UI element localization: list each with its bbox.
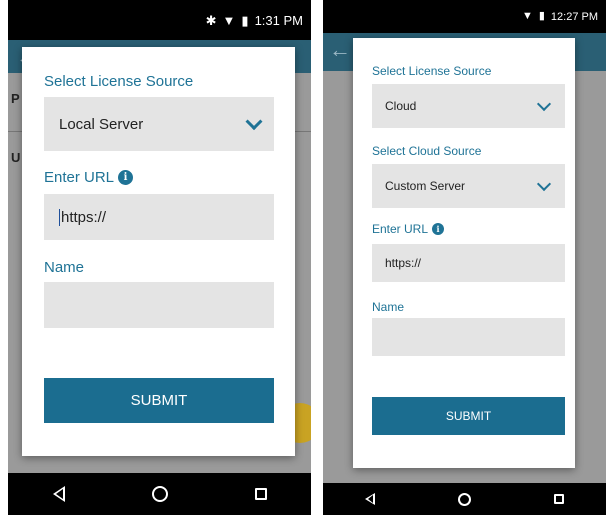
nav-bar: [323, 483, 606, 515]
name-label: Name: [372, 300, 405, 314]
nav-back-button[interactable]: [39, 473, 79, 515]
submit-button[interactable]: SUBMIT: [44, 378, 274, 423]
url-label: Enter URL i: [44, 169, 134, 186]
license-source-label: Select License Source: [44, 73, 194, 90]
cloud-source-label: Select Cloud Source: [372, 144, 482, 158]
license-source-label: Select License Source: [372, 64, 492, 78]
nav-bar: [8, 473, 311, 515]
license-source-select[interactable]: Cloud: [372, 84, 565, 128]
back-triangle-icon: [52, 486, 65, 502]
chevron-down-icon: [245, 113, 263, 131]
recents-square-icon: [254, 488, 267, 500]
cloud-source-select[interactable]: Custom Server: [372, 164, 565, 208]
cloud-source-value: Custom Server: [385, 179, 466, 193]
url-label: Enter URL i: [372, 222, 445, 236]
wifi-icon: ▼: [521, 10, 533, 22]
info-icon[interactable]: i: [118, 170, 134, 185]
license-source-select[interactable]: Local Server: [44, 97, 274, 151]
back-triangle-icon: [365, 493, 376, 505]
url-input[interactable]: https://: [44, 194, 274, 240]
back-arrow-icon[interactable]: ←: [329, 39, 351, 61]
name-input[interactable]: [44, 282, 274, 328]
nav-home-button[interactable]: [444, 483, 484, 515]
phone-screen-right: ▼ ▮ 12:27 PM ← Select License Source Clo…: [323, 0, 606, 515]
url-input[interactable]: https://: [372, 244, 565, 282]
battery-icon: ▮: [538, 10, 545, 22]
nav-home-button[interactable]: [140, 473, 180, 515]
name-input[interactable]: [372, 318, 565, 356]
info-icon[interactable]: i: [432, 223, 445, 235]
chevron-down-icon: [536, 96, 552, 112]
name-label: Name: [44, 259, 85, 276]
recents-square-icon: [553, 494, 564, 504]
home-circle-icon: [457, 492, 471, 506]
nav-back-button[interactable]: [350, 483, 390, 515]
wifi-icon: ▼: [222, 12, 236, 28]
bluetooth-icon: ✱: [205, 12, 217, 28]
home-circle-icon: [151, 486, 168, 502]
status-time: 12:27 PM: [550, 10, 598, 23]
url-value: https://: [61, 208, 107, 226]
battery-icon: ▮: [241, 12, 249, 28]
license-source-value: Local Server: [59, 115, 144, 133]
nav-recents-button[interactable]: [241, 473, 281, 515]
text-cursor: [59, 208, 60, 226]
phone-screen-left: ✱ ▼ ▮ 1:31 PM ← P U Select License Sourc…: [8, 0, 311, 515]
status-bar: ✱ ▼ ▮ 1:31 PM: [8, 0, 311, 40]
submit-button[interactable]: SUBMIT: [372, 397, 565, 435]
status-bar: ▼ ▮ 12:27 PM: [323, 0, 606, 33]
license-dialog: Select License Source Cloud Select Cloud…: [353, 38, 575, 468]
chevron-down-icon: [536, 176, 552, 192]
license-source-value: Cloud: [385, 99, 417, 113]
status-time: 1:31 PM: [254, 12, 303, 28]
url-value: https://: [385, 256, 422, 270]
license-dialog: Select License Source Local Server Enter…: [22, 47, 295, 456]
nav-recents-button[interactable]: [539, 483, 579, 515]
